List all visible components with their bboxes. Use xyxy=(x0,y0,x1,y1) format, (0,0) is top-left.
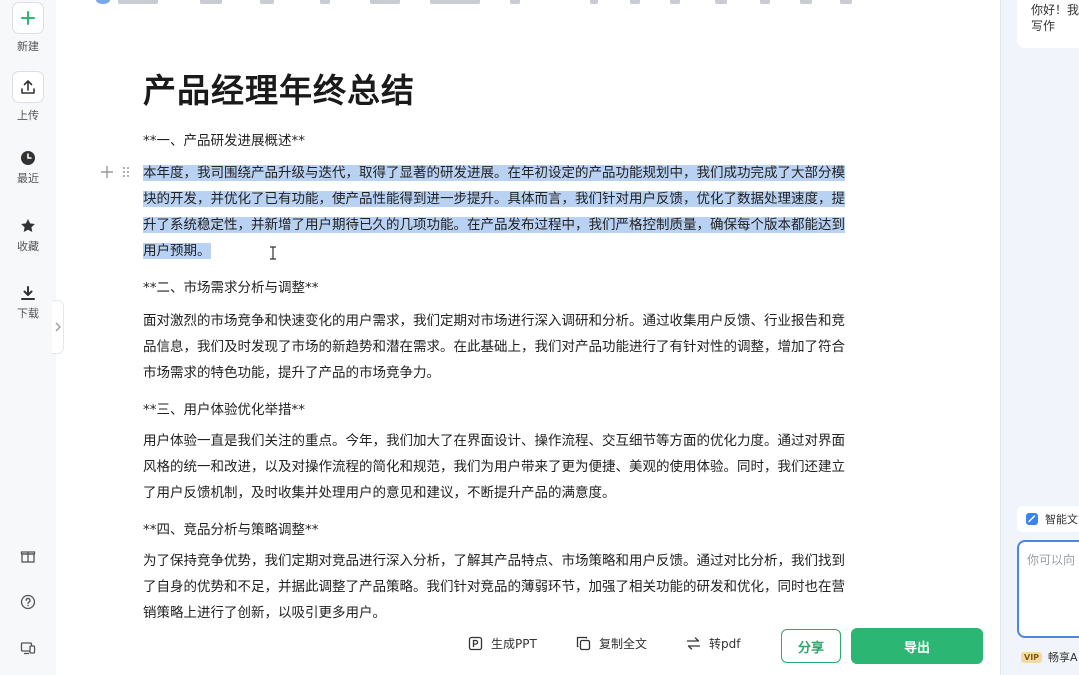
device-button[interactable] xyxy=(0,640,56,656)
paragraph-line: 为了保持竞争优势，我们定期对竞品进行深入分析，了解其产品特点、市场策略和用户反馈… xyxy=(143,553,845,569)
to-pdf-button[interactable]: 转pdf xyxy=(686,635,740,652)
help-button[interactable] xyxy=(0,594,56,610)
paragraph-line: 风格的统一和改进，以及对操作流程的简化和规范，我们为用户带来了更为便捷、美观的使… xyxy=(143,459,845,475)
recent-label: 最近 xyxy=(17,172,39,185)
section-paragraph[interactable]: 面对激烈的市场竞争和快速变化的用户需求，我们定期对市场进行深入调研和分析。通过收… xyxy=(143,308,915,386)
gift-button[interactable] xyxy=(0,548,56,564)
add-block-icon[interactable] xyxy=(100,165,114,179)
upload-label: 上传 xyxy=(17,109,39,122)
left-sidebar: 新建 上传 最近 收藏 下载 xyxy=(0,0,56,675)
smart-writing-label: 智能文 xyxy=(1045,513,1078,526)
upload-box xyxy=(12,71,44,103)
greeting-line: 你好！我 xyxy=(1031,3,1079,17)
plus-icon xyxy=(21,11,35,25)
favorites-label: 收藏 xyxy=(17,240,39,253)
clock-icon xyxy=(21,151,35,165)
new-button[interactable]: 新建 xyxy=(0,2,56,54)
bottom-action-bar: 生成PPT 复制全文 转pdf 分享 导出 xyxy=(56,620,1000,675)
recent-button[interactable]: 最近 xyxy=(0,150,56,186)
copy-icon xyxy=(576,636,591,651)
assistant-input[interactable]: 你可以向 xyxy=(1017,540,1079,638)
section-heading[interactable]: **二、市场需求分析与调整** xyxy=(143,276,319,296)
favorites-button[interactable]: 收藏 xyxy=(0,218,56,254)
star-icon xyxy=(21,219,35,232)
paragraph-line: 面对激烈的市场竞争和快速变化的用户需求，我们定期对市场进行深入调研和分析。通过收… xyxy=(143,313,845,329)
section-heading[interactable]: **四、竞品分析与策略调整** xyxy=(143,518,319,538)
greeting-bubble: 你好！我 写作 xyxy=(1017,0,1079,48)
copy-all-button[interactable]: 复制全文 xyxy=(576,635,647,652)
share-button[interactable]: 分享 xyxy=(781,629,841,663)
paragraph-line: 本年度，我司围绕产品升级与迭代，取得了显著的研发进展。在年初设定的产品功能规划中… xyxy=(143,165,845,181)
download-button[interactable]: 下载 xyxy=(0,285,56,321)
smart-writing-tab[interactable]: 智能文 xyxy=(1017,506,1079,532)
help-icon xyxy=(20,594,36,610)
ppt-icon xyxy=(468,636,483,651)
block-tools xyxy=(100,165,130,179)
paragraph-line: 升了系统稳定性，并新增了用户期待已久的几项功能。在产品发布过程中，我们严格控制质… xyxy=(143,217,845,233)
upload-button[interactable]: 上传 xyxy=(0,71,56,123)
assistant-panel: 你好！我 写作 智能文 你可以向 VIP 畅享A xyxy=(1000,0,1079,675)
to-pdf-label: 转pdf xyxy=(709,637,741,651)
assistant-logo-icon xyxy=(1026,513,1038,525)
vip-promo[interactable]: VIP 畅享A xyxy=(1021,649,1078,665)
text-cursor-icon xyxy=(270,246,276,260)
paragraph-line: 市场需求的特色功能，提升了产品的市场竞争力。 xyxy=(143,365,440,381)
section-paragraph[interactable]: 为了保持竞争优势，我们定期对竞品进行深入分析，了解其产品特点、市场策略和用户反馈… xyxy=(143,548,915,620)
favorites-icon-wrap xyxy=(20,218,36,234)
paragraph-line: 用户体验一直是我们关注的重点。今年，我们加大了在界面设计、操作流程、交互细节等方… xyxy=(143,433,845,449)
vip-badge: VIP xyxy=(1021,651,1043,663)
generate-ppt-label: 生成PPT xyxy=(491,637,537,651)
recent-icon-wrap xyxy=(20,150,36,166)
device-icon xyxy=(20,642,36,655)
new-box xyxy=(12,2,44,34)
paragraph-line: 了自身的优势和不足，并据此调整了产品策略。我们针对竞品的薄弱环节，加强了相关功能… xyxy=(143,579,845,595)
greeting-line: 写作 xyxy=(1031,19,1056,33)
new-label: 新建 xyxy=(17,40,39,53)
document-title[interactable]: 产品经理年终总结 xyxy=(143,64,415,112)
download-label: 下载 xyxy=(17,307,39,320)
copy-all-label: 复制全文 xyxy=(599,637,648,651)
download-icon xyxy=(21,286,35,300)
generate-ppt-button[interactable]: 生成PPT xyxy=(468,635,537,652)
drag-handle-icon[interactable] xyxy=(122,166,130,178)
gift-icon xyxy=(20,551,36,563)
upload-icon xyxy=(21,80,35,94)
download-icon-wrap xyxy=(20,285,36,301)
export-button[interactable]: 导出 xyxy=(851,628,983,664)
document-editor[interactable]: 产品经理年终总结 **一、产品研发进展概述** 本年度，我司围绕产品升级与迭代，… xyxy=(56,0,1000,620)
section-heading[interactable]: **一、产品研发进展概述** xyxy=(143,129,305,149)
assistant-input-placeholder: 你可以向 xyxy=(1027,553,1076,567)
section-heading[interactable]: **三、用户体验优化举措** xyxy=(143,398,305,418)
paragraph-line: 品信息，我们及时发现了市场的新趋势和潜在需求。在此基础上，我们对产品功能进行了有… xyxy=(143,339,845,355)
paragraph-line: 销策略上进行了创新，以吸引更多用户。 xyxy=(143,605,386,620)
paragraph-line: 用户预期。 xyxy=(143,243,211,259)
paragraph-line: 块的开发，并优化了已有功能，使产品性能得到进一步提升。具体而言，我们针对用户反馈… xyxy=(143,191,845,207)
paragraph-line: 了用户反馈机制，及时收集并处理用户的意见和建议，不断提升产品的满意度。 xyxy=(143,485,616,501)
vip-label: 畅享A xyxy=(1048,651,1078,664)
section-paragraph[interactable]: 本年度，我司围绕产品升级与迭代，取得了显著的研发进展。在年初设定的产品功能规划中… xyxy=(143,160,915,264)
convert-icon xyxy=(686,637,701,650)
section-paragraph[interactable]: 用户体验一直是我们关注的重点。今年，我们加大了在界面设计、操作流程、交互细节等方… xyxy=(143,428,915,506)
